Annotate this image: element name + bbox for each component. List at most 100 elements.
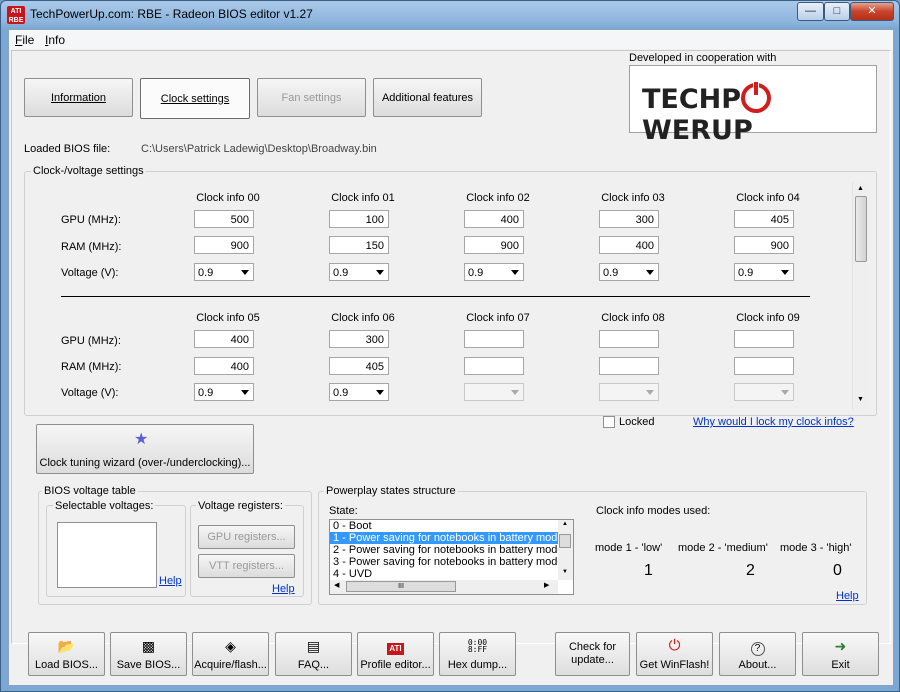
clock-info-01-ram-input[interactable]: 150 — [329, 236, 389, 254]
states-hscroll[interactable]: ◀ III ▶ — [330, 580, 558, 594]
logo-text: TECHP WERUP — [642, 81, 876, 146]
list-item[interactable]: 3 - Power saving for notebooks in batter… — [330, 556, 558, 568]
menu-file[interactable]: File — [15, 33, 34, 47]
clock-scrollbar[interactable]: ▲ ▼ — [852, 182, 869, 410]
scroll-thumb[interactable] — [855, 196, 867, 262]
check-update-button[interactable]: Check for update... — [555, 632, 630, 676]
maximize-button[interactable]: □ — [824, 2, 850, 21]
clock-info-03-voltage-select[interactable]: 0.9 — [599, 263, 659, 281]
chevron-down-icon — [511, 270, 519, 275]
chevron-down-icon — [241, 270, 249, 275]
tab-information[interactable]: Information — [24, 78, 133, 117]
powerplay-help-link[interactable]: Help — [836, 590, 859, 602]
clock-info-07-ram-input[interactable] — [464, 357, 524, 375]
scroll-down-icon[interactable]: ▼ — [562, 569, 568, 575]
clock-info-04-ram-input[interactable]: 900 — [734, 236, 794, 254]
clock-info-01-voltage-select[interactable]: 0.9 — [329, 263, 389, 281]
scroll-left-icon[interactable]: ◀ — [334, 581, 339, 589]
clock-info-06-ram-input[interactable]: 405 — [329, 357, 389, 375]
list-item[interactable]: 1 - Power saving for notebooks in batter… — [330, 532, 558, 544]
locked-label: Locked — [619, 416, 655, 428]
list-item[interactable]: 4 - UVD — [330, 568, 558, 580]
hex-icon: 0:00 8:FF — [467, 638, 488, 654]
profile-editor-button[interactable]: ATI Profile editor... — [357, 632, 434, 676]
title-bar[interactable]: ATI RBE TechPowerUp.com: RBE - Radeon BIO… — [1, 1, 899, 29]
lock-info-link[interactable]: Why would I lock my clock infos? — [693, 416, 854, 428]
app-window: ATI RBE TechPowerUp.com: RBE - Radeon BIO… — [0, 0, 900, 692]
scroll-down-icon[interactable]: ▼ — [857, 396, 864, 403]
list-item[interactable]: 0 - Boot — [330, 520, 558, 532]
clock-info-08-gpu-input[interactable] — [599, 330, 659, 348]
list-item[interactable]: 2 - Power saving for notebooks in batter… — [330, 544, 558, 556]
gpu-label-bottom: GPU (MHz): — [61, 335, 121, 347]
clock-info-02-gpu-input[interactable]: 400 — [464, 210, 524, 228]
clock-info-09-gpu-input[interactable] — [734, 330, 794, 348]
about-button[interactable]: ? About... — [719, 632, 796, 676]
ati-logo-icon: ATI — [387, 643, 404, 655]
bios-voltage-table-title: BIOS voltage table — [42, 485, 138, 497]
menu-info[interactable]: Info — [45, 33, 65, 47]
clock-info-09-ram-input[interactable] — [734, 357, 794, 375]
tab-clock-settings[interactable]: Clock settings — [140, 78, 250, 119]
clock-info-01-gpu-input[interactable]: 100 — [329, 210, 389, 228]
clock-info-04-gpu-input[interactable]: 405 — [734, 210, 794, 228]
clock-info-05-gpu-input[interactable]: 400 — [194, 330, 254, 348]
selectable-voltages-list[interactable] — [57, 522, 157, 588]
client-area: File Info Information Clock settings Fan… — [8, 29, 894, 686]
question-icon: ? — [720, 639, 795, 656]
clock-info-03-gpu-input[interactable]: 300 — [599, 210, 659, 228]
scroll-thumb[interactable]: III — [346, 581, 456, 592]
scroll-up-icon[interactable]: ▲ — [857, 185, 864, 192]
clock-info-05-voltage-select[interactable]: 0.9 — [194, 383, 254, 401]
tab-fan-settings[interactable]: Fan settings — [257, 78, 366, 117]
clock-info-04-voltage-select[interactable]: 0.9 — [734, 263, 794, 281]
load-bios-button[interactable]: 📂 Load BIOS... — [28, 632, 105, 676]
clock-info-09-voltage-select[interactable] — [734, 383, 794, 401]
powerplay-states-list[interactable]: 0 - Boot 1 - Power saving for notebooks … — [329, 519, 574, 595]
scroll-thumb[interactable] — [559, 534, 571, 548]
states-vscroll[interactable]: ▲ ▼ — [558, 520, 573, 580]
clock-info-08-voltage-select[interactable] — [599, 383, 659, 401]
tab-additional-features[interactable]: Additional features — [373, 78, 482, 117]
clock-info-00-voltage-select[interactable]: 0.9 — [194, 263, 254, 281]
close-button[interactable]: ✕ — [850, 2, 894, 21]
voltage-help-link-2[interactable]: Help — [272, 583, 295, 595]
techpowerup-logo: TECHP WERUP — [629, 65, 877, 146]
clock-info-06-voltage-select[interactable]: 0.9 — [329, 383, 389, 401]
save-bios-button[interactable]: ▩ Save BIOS... — [110, 632, 187, 676]
clock-tuning-wizard-button[interactable]: ★ Clock tuning wizard (over-/underclocki… — [36, 424, 254, 474]
clock-info-02-header: Clock info 02 — [466, 192, 530, 204]
acquire-flash-button[interactable]: ◈ Acquire/flash... — [192, 632, 269, 676]
power-logo-icon — [741, 81, 772, 113]
app-icon[interactable]: ATI RBE — [7, 6, 25, 24]
clock-info-05-ram-input[interactable]: 400 — [194, 357, 254, 375]
faq-button[interactable]: ▤ FAQ... — [275, 632, 352, 676]
voltage-help-link-1[interactable]: Help — [159, 575, 182, 587]
get-winflash-button[interactable]: ⏻ Get WinFlash! — [636, 632, 713, 676]
chevron-down-icon — [241, 390, 249, 395]
chevron-down-icon — [646, 270, 654, 275]
clock-info-02-voltage-select[interactable]: 0.9 — [464, 263, 524, 281]
clock-info-07-gpu-input[interactable] — [464, 330, 524, 348]
scroll-up-icon[interactable]: ▲ — [562, 521, 568, 527]
clock-info-00-ram-input[interactable]: 900 — [194, 236, 254, 254]
clock-info-02-ram-input[interactable]: 900 — [464, 236, 524, 254]
gpu-registers-button[interactable]: GPU registers... — [198, 525, 295, 549]
clock-info-00-gpu-input[interactable]: 500 — [194, 210, 254, 228]
bios-file-path: C:\Users\Patrick Ladewig\Desktop\Broadwa… — [141, 143, 377, 155]
hex-dump-button[interactable]: 0:00 8:FF Hex dump... — [439, 632, 516, 676]
mode-1-value: 1 — [644, 562, 653, 579]
clock-info-06-gpu-input[interactable]: 300 — [329, 330, 389, 348]
vtt-registers-button[interactable]: VTT registers... — [198, 554, 295, 578]
chevron-down-icon — [781, 390, 789, 395]
clock-info-08-ram-input[interactable] — [599, 357, 659, 375]
locked-checkbox[interactable] — [603, 416, 615, 428]
clock-info-07-voltage-select[interactable] — [464, 383, 524, 401]
exit-button[interactable]: ➜ Exit — [802, 632, 879, 676]
voltage-label-top: Voltage (V): — [61, 267, 119, 279]
window-title: TechPowerUp.com: RBE - Radeon BIOS edito… — [30, 7, 313, 21]
scroll-right-icon[interactable]: ▶ — [544, 581, 549, 589]
minimize-button[interactable]: — — [797, 2, 824, 21]
clock-info-03-ram-input[interactable]: 400 — [599, 236, 659, 254]
wizard-icon: ★ — [134, 431, 149, 448]
